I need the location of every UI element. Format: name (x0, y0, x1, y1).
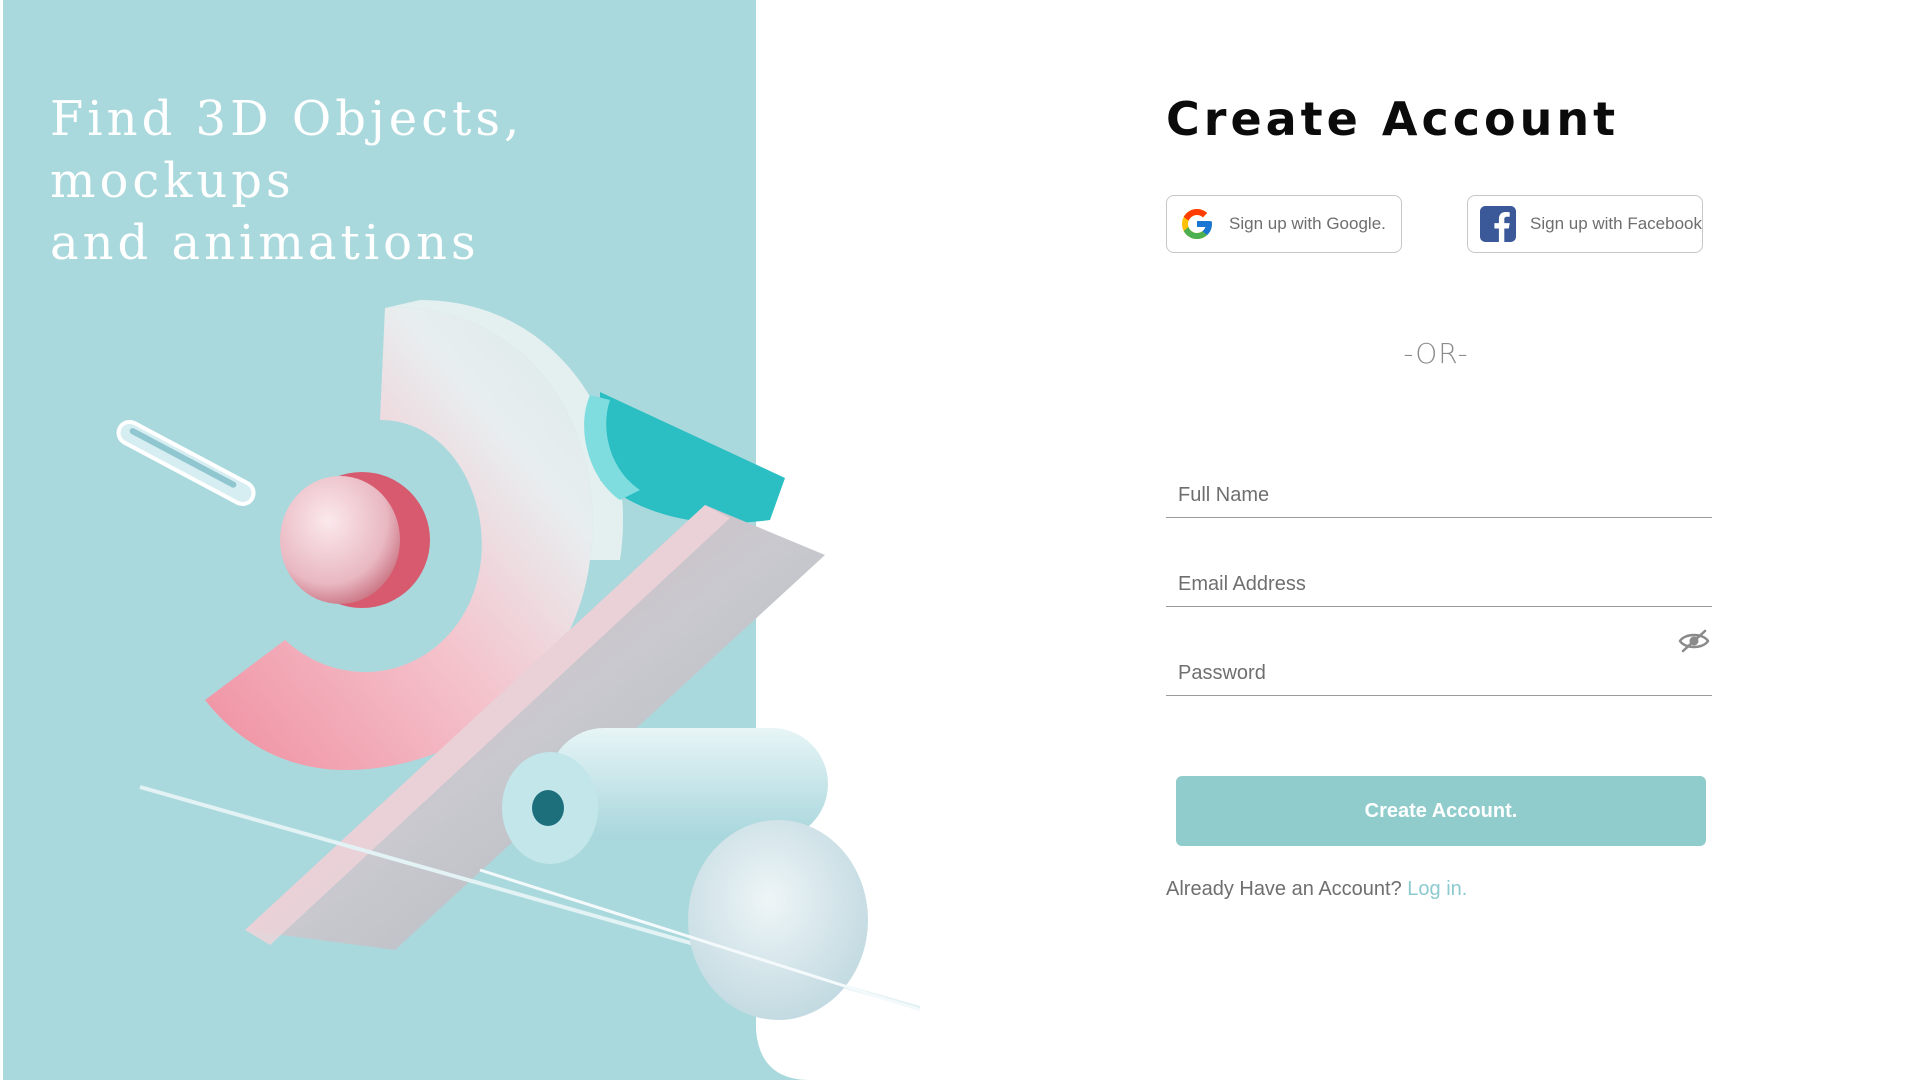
hero-3d-illustration (116, 0, 921, 1080)
full-name-field (1166, 464, 1712, 518)
signup-form: Create Account Sign up with Google. Sign… (1166, 0, 1726, 1080)
login-prompt-text: Already Have an Account? (1166, 878, 1402, 900)
or-divider: -OR- (1403, 337, 1469, 370)
google-signup-button[interactable]: Sign up with Google. (1166, 195, 1402, 253)
password-input[interactable] (1166, 651, 1712, 695)
google-signup-label: Sign up with Google. (1229, 214, 1386, 233)
full-name-input[interactable] (1166, 473, 1712, 517)
login-link[interactable]: Log in. (1407, 878, 1467, 900)
google-icon (1182, 209, 1212, 239)
email-field (1166, 553, 1712, 607)
create-account-button[interactable]: Create Account. (1176, 776, 1706, 846)
facebook-icon (1480, 206, 1516, 242)
password-field (1166, 629, 1712, 696)
login-prompt-line: Already Have an Account? Log in. (1166, 878, 1467, 901)
facebook-signup-button[interactable]: Sign up with Facebook (1467, 195, 1703, 253)
page-title: Create Account (1166, 92, 1620, 146)
email-input[interactable] (1166, 562, 1712, 606)
facebook-signup-label: Sign up with Facebook (1530, 214, 1702, 233)
